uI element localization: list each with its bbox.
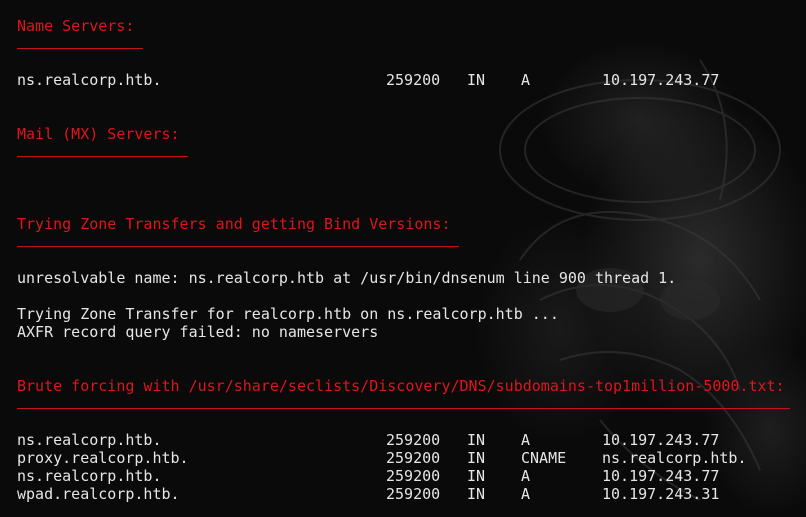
table-row: wpad.realcorp.htb. 259200 IN A 10.197.24… (0, 485, 806, 503)
record-name: ns.realcorp.htb. (17, 431, 162, 449)
record-class: IN (467, 485, 486, 503)
record-ttl: 259200 (386, 485, 441, 503)
table-row: ns.realcorp.htb. 259200 IN A 10.197.243.… (0, 467, 806, 485)
record-type: CNAME (521, 449, 567, 467)
record-type: A (521, 467, 531, 485)
brute-force-heading: Brute forcing with /usr/share/seclists/D… (17, 377, 785, 395)
mail-servers-underline (17, 156, 188, 157)
record-type: A (521, 485, 531, 503)
record-class: IN (467, 467, 486, 485)
terminal-window[interactable]: Name Servers: ns.realcorp.htb. 259200 IN… (0, 0, 806, 517)
record-type: A (521, 71, 531, 89)
record-value: 10.197.243.77 (602, 71, 720, 89)
unresolvable-message: unresolvable name: ns.realcorp.htb at /u… (17, 269, 677, 287)
zone-transfers-heading: Trying Zone Transfers and getting Bind V… (17, 215, 451, 233)
table-row: ns.realcorp.htb. 259200 IN A 10.197.243.… (0, 71, 806, 89)
record-class: IN (467, 431, 486, 449)
record-type: A (521, 431, 531, 449)
record-value: 10.197.243.31 (602, 485, 720, 503)
zone-transfers-underline (17, 246, 459, 247)
record-value: 10.197.243.77 (602, 431, 720, 449)
mail-servers-heading: Mail (MX) Servers: (17, 125, 180, 143)
table-row: ns.realcorp.htb. 259200 IN A 10.197.243.… (0, 431, 806, 449)
record-ttl: 259200 (386, 467, 441, 485)
record-ttl: 259200 (386, 71, 441, 89)
name-servers-heading: Name Servers: (17, 17, 135, 35)
record-ttl: 259200 (386, 431, 441, 449)
record-class: IN (467, 71, 486, 89)
name-servers-underline (17, 48, 143, 49)
table-row: proxy.realcorp.htb. 259200 IN CNAME ns.r… (0, 449, 806, 467)
record-value: 10.197.243.77 (602, 467, 720, 485)
record-name: wpad.realcorp.htb. (17, 485, 180, 503)
brute-force-underline (17, 408, 790, 409)
record-name: ns.realcorp.htb. (17, 71, 162, 89)
record-name: ns.realcorp.htb. (17, 467, 162, 485)
record-class: IN (467, 449, 486, 467)
zone-transfer-attempt: Trying Zone Transfer for realcorp.htb on… (17, 305, 559, 323)
record-ttl: 259200 (386, 449, 441, 467)
record-value: ns.realcorp.htb. (602, 449, 747, 467)
record-name: proxy.realcorp.htb. (17, 449, 189, 467)
axfr-failed-message: AXFR record query failed: no nameservers (17, 323, 379, 341)
